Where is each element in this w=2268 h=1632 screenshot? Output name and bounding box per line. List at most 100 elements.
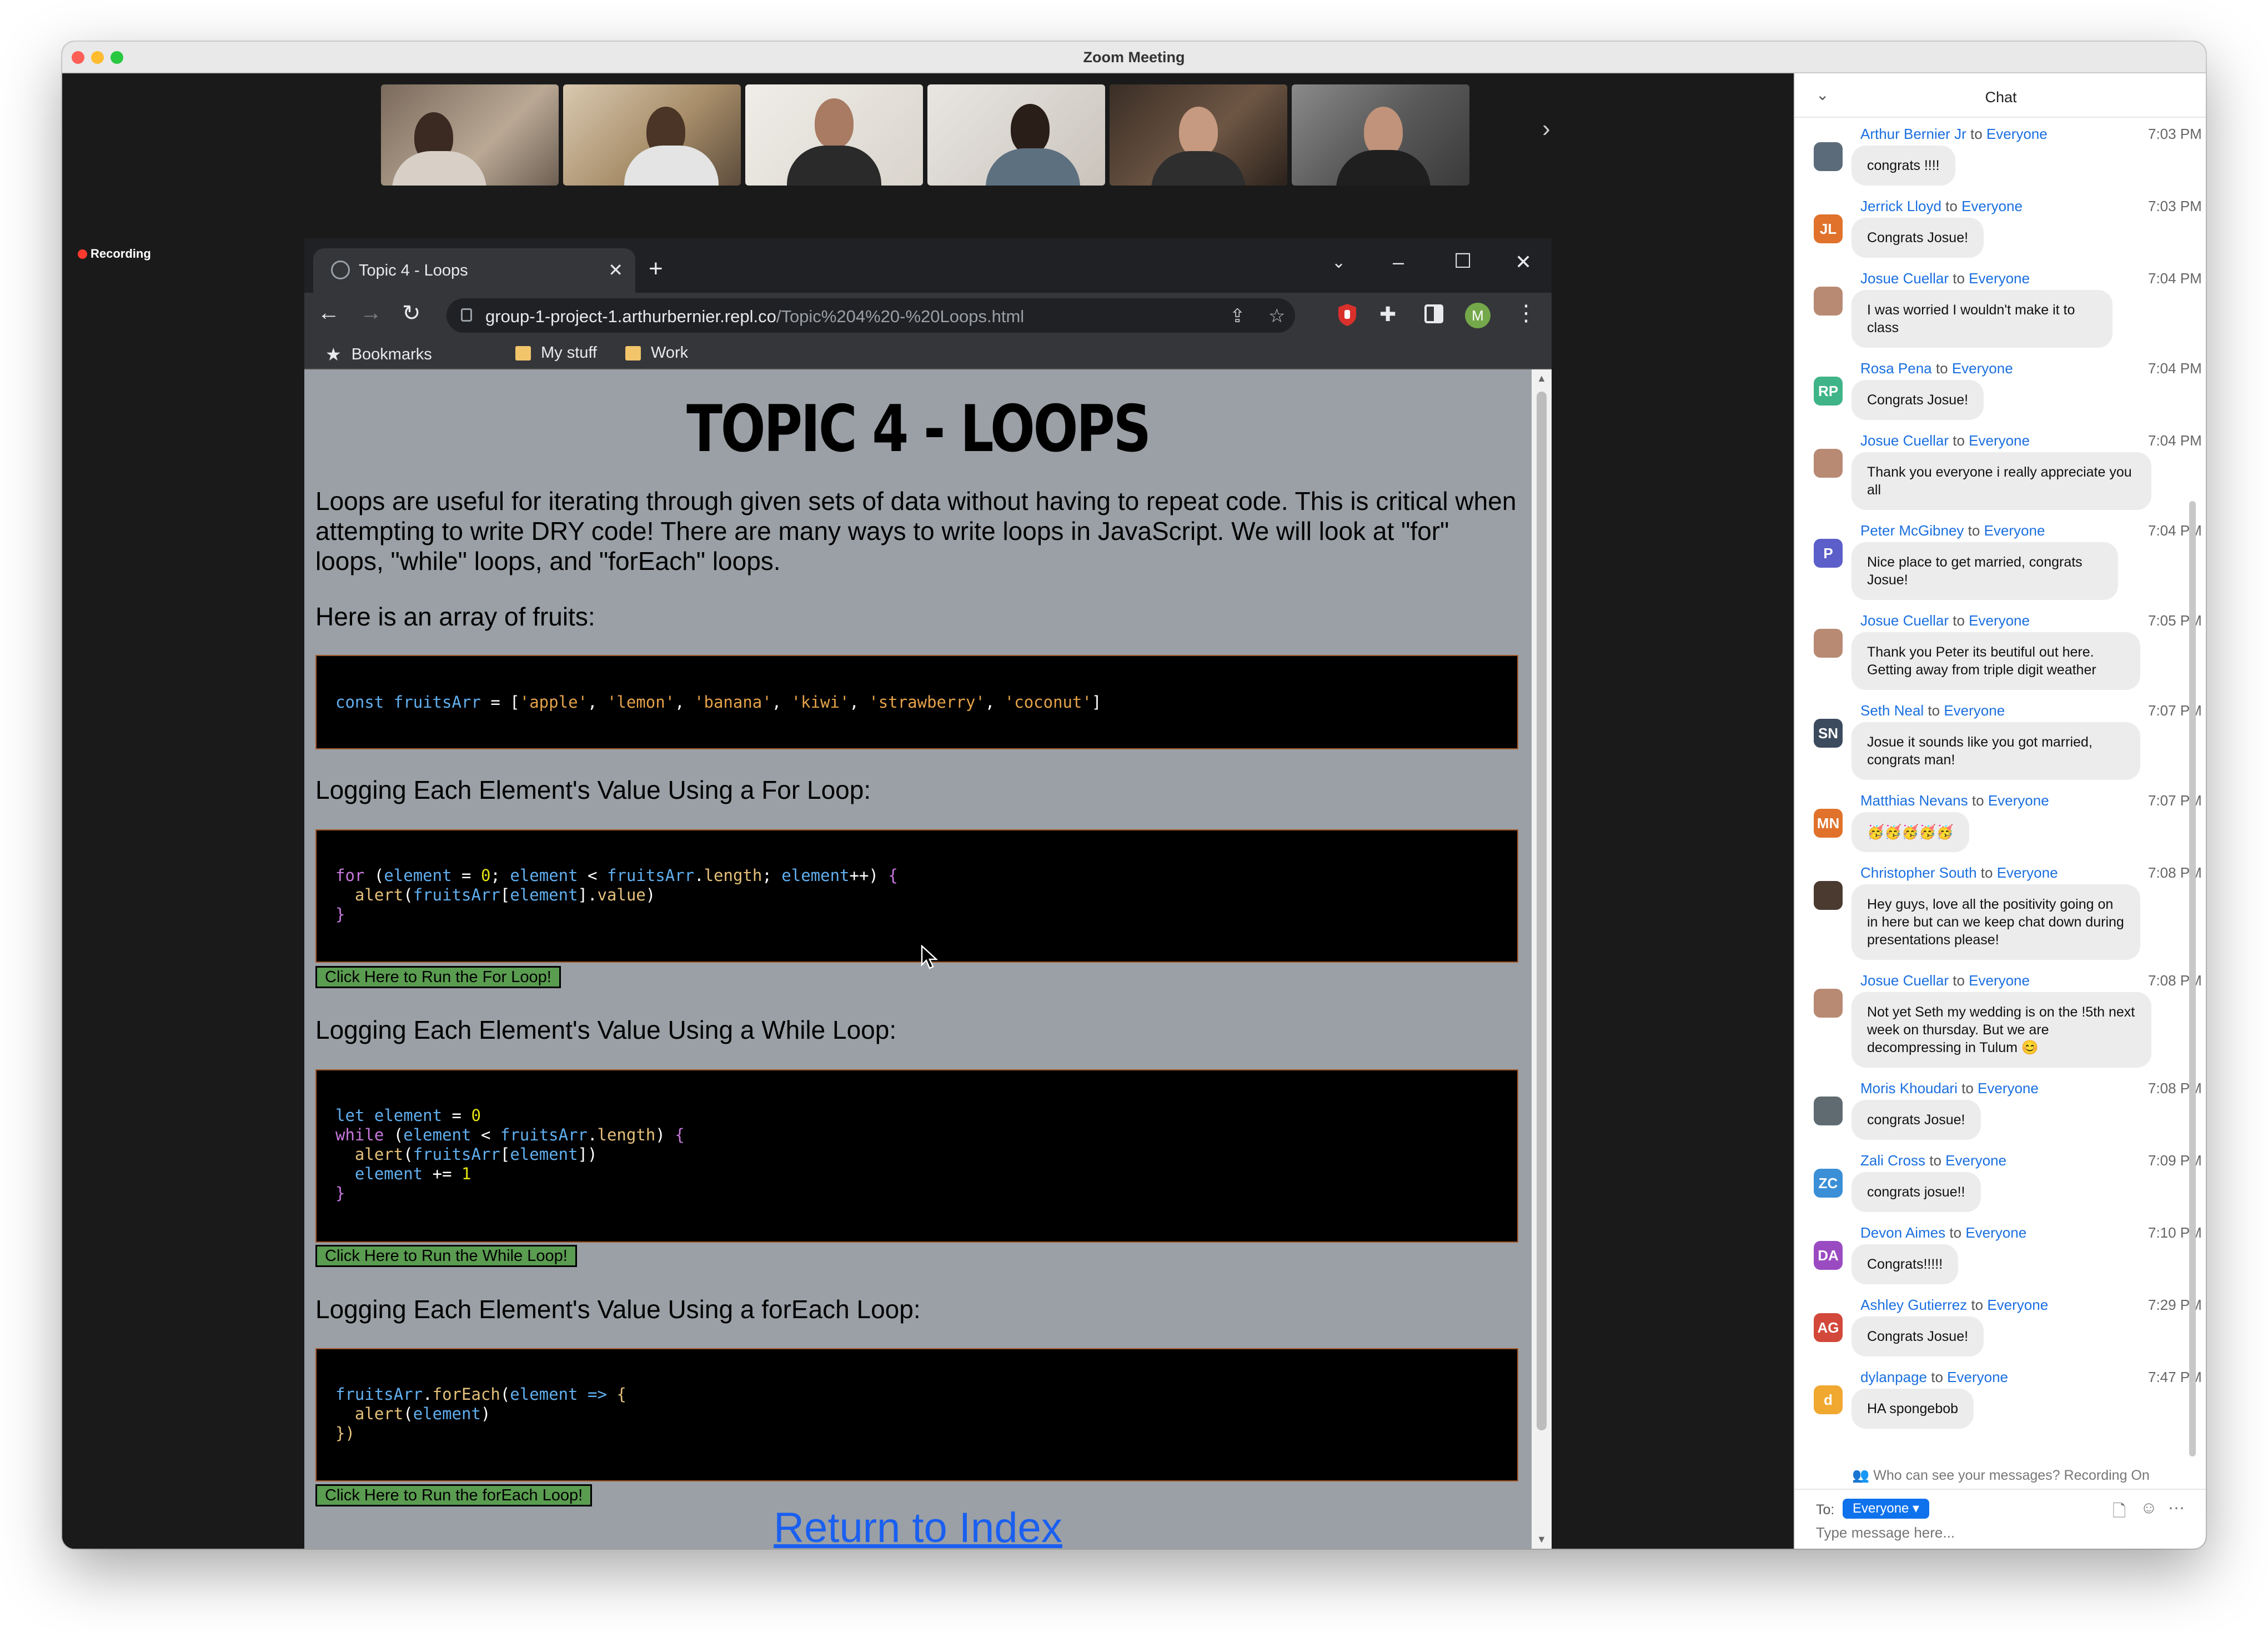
return-to-index-link[interactable]: Return to Index — [304, 1506, 1532, 1549]
avatar[interactable] — [1814, 1097, 1843, 1125]
message-sender[interactable]: Josue Cuellar to Everyone — [1860, 972, 2030, 989]
avatar[interactable] — [1814, 629, 1843, 658]
avatar[interactable]: d — [1814, 1385, 1843, 1414]
recipient-name: Everyone — [1996, 864, 2058, 881]
scroll-up-icon[interactable]: ▲ — [1537, 373, 1547, 384]
extension-shield-icon[interactable] — [1336, 303, 1358, 327]
address-bar[interactable]: group-1-project-1.arthurbernier.repl.co/… — [446, 298, 1295, 333]
close-icon[interactable]: ✕ — [1515, 251, 1532, 274]
message-bubble[interactable]: congrats Josue! — [1851, 1100, 1981, 1140]
more-menu-icon[interactable]: ⋮ — [1515, 301, 1537, 326]
run-foreach-loop-button[interactable]: Click Here to Run the forEach Loop! — [315, 1484, 593, 1506]
message-bubble[interactable]: I was worried I wouldn't make it to clas… — [1851, 290, 2113, 348]
message-bubble[interactable]: Nice place to get married, congrats Josu… — [1851, 542, 2118, 600]
run-for-loop-button[interactable]: Click Here to Run the For Loop! — [315, 966, 561, 988]
participant-video-active[interactable] — [1110, 84, 1287, 186]
participant-video[interactable] — [745, 84, 923, 186]
message-sender[interactable]: Peter McGibney to Everyone — [1860, 522, 2045, 539]
message-bubble[interactable]: Congrats Josue! — [1851, 218, 1984, 258]
avatar[interactable]: DA — [1814, 1241, 1843, 1270]
avatar[interactable] — [1814, 287, 1843, 316]
new-tab-button[interactable]: + — [649, 255, 663, 283]
message-bubble[interactable]: Thank you everyone i really appreciate y… — [1851, 452, 2151, 510]
message-sender[interactable]: dylanpage to Everyone — [1860, 1369, 2008, 1386]
avatar[interactable]: AG — [1814, 1313, 1843, 1342]
message-bubble[interactable]: 🥳🥳🥳🥳🥳 — [1851, 812, 1969, 852]
message-bubble[interactable]: Josue it sounds like you got married, co… — [1851, 722, 2140, 780]
run-while-loop-button[interactable]: Click Here to Run the While Loop! — [315, 1245, 577, 1267]
message-bubble[interactable]: congrats !!!! — [1851, 146, 1955, 186]
sender-name: Zali Cross — [1860, 1152, 1926, 1169]
message-sender[interactable]: Seth Neal to Everyone — [1860, 702, 2005, 719]
message-sender[interactable]: Moris Khoudari to Everyone — [1860, 1080, 2039, 1097]
recipient-name: Everyone — [1969, 432, 2030, 449]
code-string: 'banana' — [694, 693, 772, 712]
recipient-dropdown[interactable]: Everyone ▾ — [1843, 1499, 1930, 1519]
participant-video[interactable] — [563, 84, 741, 186]
avatar[interactable]: RP — [1814, 377, 1843, 406]
message-sender[interactable]: Josue Cuellar to Everyone — [1860, 270, 2030, 287]
star-icon[interactable]: ☆ — [1268, 305, 1285, 327]
message-bubble[interactable]: Congrats Josue! — [1851, 380, 1984, 420]
message-sender[interactable]: Ashley Gutierrez to Everyone — [1860, 1296, 2048, 1314]
message-sender[interactable]: Zali Cross to Everyone — [1860, 1152, 2006, 1169]
avatar[interactable] — [1814, 881, 1843, 910]
bookmark-folder-work[interactable]: Work — [625, 344, 688, 362]
page-scrollbar[interactable]: ▲ ▼ — [1532, 369, 1552, 1549]
participant-video[interactable] — [927, 84, 1105, 186]
participant-video[interactable] — [381, 84, 559, 186]
sidebar-icon[interactable] — [1424, 304, 1446, 328]
avatar[interactable] — [1814, 142, 1843, 171]
bookmark-folder-mystuff[interactable]: My stuff — [515, 344, 597, 362]
avatar[interactable]: SN — [1814, 719, 1843, 748]
emoji-icon[interactable]: ☺ — [2140, 1499, 2157, 1518]
message-sender[interactable]: Christopher South to Everyone — [1860, 864, 2058, 882]
reload-icon[interactable]: ↻ — [402, 301, 421, 326]
message-sender[interactable]: Josue Cuellar to Everyone — [1860, 432, 2030, 449]
bookmark-label: Work — [651, 344, 689, 362]
message-sender[interactable]: Devon Aimes to Everyone — [1860, 1224, 2026, 1241]
chat-visibility-notice[interactable]: 👥 Who can see your messages? Recording O… — [1795, 1468, 2206, 1484]
more-icon[interactable]: ⋯ — [2168, 1499, 2185, 1518]
chat-panel: ⌄ Chat Arthur Bernier Jr to Everyone 7:03… — [1794, 73, 2206, 1549]
message-bubble[interactable]: Congrats!!!!! — [1851, 1244, 1959, 1284]
message-bubble[interactable]: HA spongebob — [1851, 1389, 1974, 1429]
avatar[interactable] — [1814, 449, 1843, 478]
message-bubble[interactable]: Congrats Josue! — [1851, 1316, 1984, 1356]
back-arrow-icon[interactable]: ← — [318, 301, 340, 326]
message-sender[interactable]: Josue Cuellar to Everyone — [1860, 612, 2030, 629]
sender-name: Moris Khoudari — [1860, 1080, 1958, 1097]
sender-name: Josue Cuellar — [1860, 432, 1949, 449]
message-sender[interactable]: Jerrick Lloyd to Everyone — [1860, 198, 2023, 215]
message-sender[interactable]: Matthias Nevans to Everyone — [1860, 792, 2049, 809]
scroll-down-icon[interactable]: ▼ — [1537, 1534, 1547, 1545]
participant-video[interactable] — [1292, 84, 1469, 186]
avatar[interactable]: ZC — [1814, 1169, 1843, 1198]
minimize-icon[interactable]: – — [1393, 251, 1404, 274]
scroll-thumb[interactable] — [1537, 392, 1547, 1430]
bookmarks-item[interactable]: ★ Bookmarks — [325, 344, 432, 365]
close-tab-icon[interactable]: ✕ — [608, 259, 623, 281]
forward-arrow-icon[interactable]: → — [360, 301, 382, 326]
message-bubble[interactable]: Hey guys, love all the positivity going … — [1851, 884, 2140, 960]
chat-scrollbar[interactable] — [2189, 501, 2196, 1456]
file-icon[interactable]: 🗋 — [2113, 1499, 2126, 1527]
browser-tab[interactable]: Topic 4 - Loops ✕ — [313, 248, 635, 293]
avatar[interactable]: P — [1814, 539, 1843, 568]
message-input[interactable] — [1816, 1524, 2149, 1541]
message-bubble[interactable]: Not yet Seth my wedding is on the !5th n… — [1851, 992, 2151, 1068]
puzzle-icon[interactable]: ✚ — [1379, 303, 1396, 326]
profile-avatar[interactable]: M — [1465, 303, 1491, 328]
recipient-name: Everyone — [1944, 702, 2005, 719]
message-bubble[interactable]: congrats josue!! — [1851, 1172, 1981, 1212]
message-sender[interactable]: Arthur Bernier Jr to Everyone — [1860, 126, 2048, 143]
message-bubble[interactable]: Thank you Peter its beutiful out here. G… — [1851, 632, 2140, 690]
chevron-down-icon[interactable]: ⌄ — [1332, 253, 1346, 272]
avatar[interactable]: JL — [1814, 214, 1843, 243]
avatar[interactable] — [1814, 989, 1843, 1018]
chevron-right-icon[interactable]: › — [1542, 117, 1559, 141]
share-icon[interactable]: ⇪ — [1230, 305, 1246, 327]
maximize-icon[interactable]: ☐ — [1454, 249, 1472, 273]
message-sender[interactable]: Rosa Pena to Everyone — [1860, 360, 2013, 377]
avatar[interactable]: MN — [1814, 809, 1843, 838]
